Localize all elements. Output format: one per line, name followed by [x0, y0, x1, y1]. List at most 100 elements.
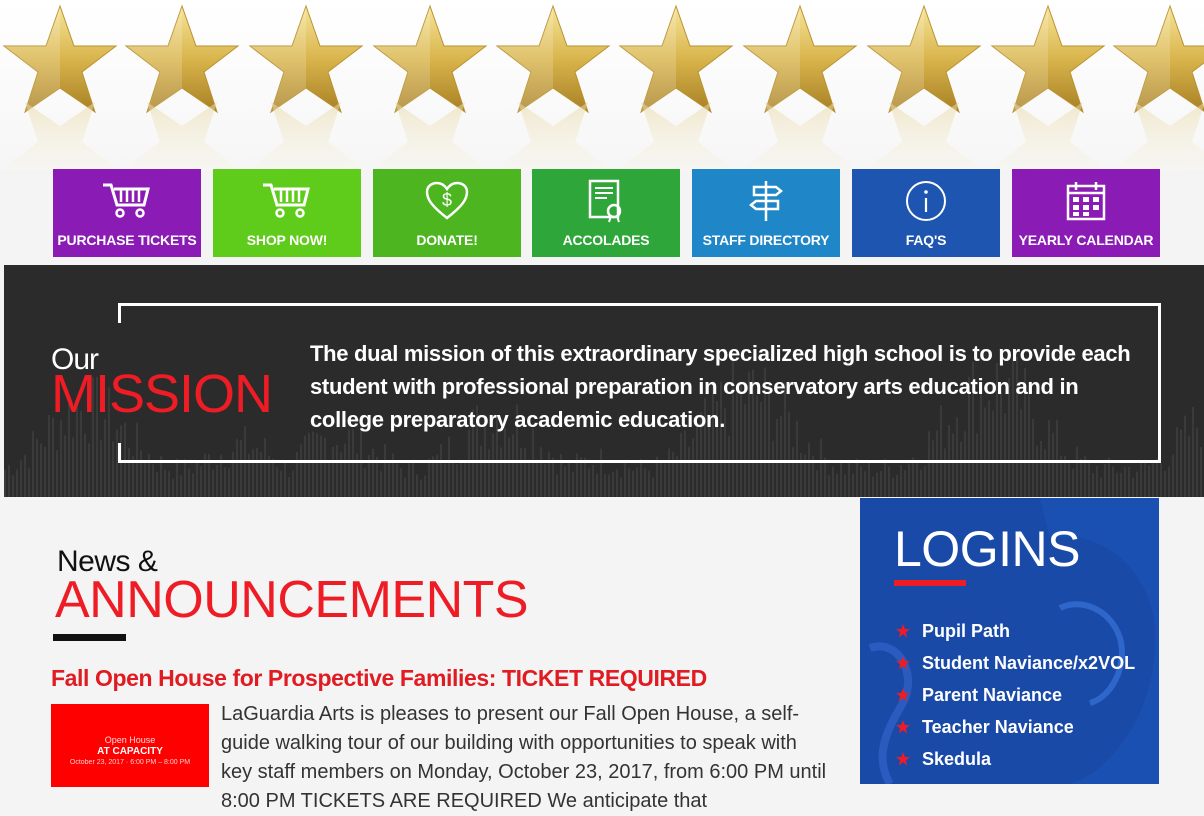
cart-icon	[213, 179, 361, 223]
login-link-skedula[interactable]: Skedula	[896, 743, 1135, 775]
waveform-bar	[1176, 427, 1178, 497]
waveform-bar	[280, 470, 282, 497]
waveform-bar	[1184, 415, 1186, 497]
waveform-bar	[848, 462, 850, 497]
waveform-bar	[164, 469, 166, 497]
waveform-bar	[52, 417, 54, 497]
waveform-bar	[24, 454, 26, 497]
purchase-tickets-button[interactable]: PURCHASE TICKETS	[53, 169, 201, 257]
waveform-bar	[896, 475, 898, 497]
waveform-bar	[1120, 472, 1122, 497]
login-link-parent-naviance[interactable]: Parent Naviance	[896, 679, 1135, 711]
login-label: Skedula	[922, 749, 992, 769]
waveform-bar	[12, 475, 14, 497]
waveform-bar	[648, 470, 650, 497]
waveform-bar	[1100, 477, 1102, 497]
waveform-bar	[1068, 460, 1070, 497]
waveform-bar	[1144, 460, 1146, 497]
waveform-bar	[832, 466, 834, 497]
waveform-bar	[188, 468, 190, 497]
waveform-bar	[452, 460, 454, 497]
waveform-bar	[572, 471, 574, 497]
waveform-bar	[1148, 465, 1150, 497]
faqs-button[interactable]: FAQ'S	[852, 169, 1000, 257]
logins-list: Pupil Path Student Naviance/x2VOL Parent…	[896, 615, 1135, 775]
waveform-bar	[1168, 466, 1170, 497]
waveform-bar	[828, 475, 830, 497]
heart-dollar-icon: $	[373, 179, 521, 223]
waveform-bar	[388, 463, 390, 497]
waveform-bar	[16, 469, 18, 497]
waveform-bar	[652, 477, 654, 497]
waveform-bar	[912, 457, 914, 497]
article-title-link[interactable]: Fall Open House for Prospective Families…	[51, 665, 707, 692]
staff-directory-button[interactable]: STAFF DIRECTORY	[692, 169, 840, 257]
shop-now-button[interactable]: SHOP NOW!	[213, 169, 361, 257]
waveform-bar	[56, 450, 58, 497]
waveform-bar	[416, 474, 418, 497]
waveform-bar	[288, 477, 290, 497]
waveform-bar	[664, 463, 666, 497]
waveform-bar	[1128, 466, 1130, 497]
staff-directory-label: STAFF DIRECTORY	[702, 232, 830, 248]
logins-heading: LOGINS	[894, 521, 1080, 577]
waveform-bar	[284, 460, 286, 497]
login-label: Teacher Naviance	[922, 717, 1074, 737]
stars-banner	[0, 0, 1204, 170]
thumbnail-line-1: Open House	[104, 735, 156, 745]
waveform-bar	[624, 463, 626, 497]
star-bullet-icon	[896, 688, 910, 702]
waveform-bar	[844, 474, 846, 497]
login-link-teacher-naviance[interactable]: Teacher Naviance	[896, 711, 1135, 743]
waveform-bar	[364, 467, 366, 497]
waveform-bar	[48, 415, 50, 497]
donate-button[interactable]: $ DONATE!	[373, 169, 521, 257]
waveform-bar	[272, 458, 274, 497]
accolades-button[interactable]: ACCOLADES	[532, 169, 680, 257]
waveform-bar	[920, 469, 922, 497]
waveform-bar	[876, 472, 878, 497]
waveform-bar	[176, 458, 178, 497]
yearly-calendar-label: YEARLY CALENDAR	[1018, 232, 1154, 248]
waveform-bar	[608, 474, 610, 497]
waveform-bar	[72, 437, 74, 497]
star-bullet-icon	[896, 656, 910, 670]
waveform-bar	[1092, 472, 1094, 497]
waveform-bar	[552, 457, 554, 497]
waveform-bar	[1096, 465, 1098, 497]
waveform-bar	[556, 474, 558, 497]
waveform-bar	[424, 475, 426, 497]
waveform-bar	[636, 467, 638, 497]
waveform-bar	[380, 471, 382, 497]
login-link-pupil-path[interactable]: Pupil Path	[896, 615, 1135, 647]
waveform-bar	[528, 459, 530, 497]
waveform-bar	[224, 467, 226, 497]
signpost-icon	[692, 179, 840, 223]
article-thumbnail[interactable]: Open House AT CAPACITY October 23, 2017 …	[51, 704, 209, 787]
info-icon	[852, 179, 1000, 223]
svg-text:$: $	[442, 190, 452, 210]
waveform-bar	[20, 460, 22, 497]
waveform-bar	[872, 476, 874, 497]
news-heading-underline	[53, 634, 126, 641]
waveform-bar	[564, 466, 566, 497]
waveform-bar	[1140, 460, 1142, 497]
waveform-bar	[1132, 477, 1134, 497]
waveform-bar	[144, 462, 146, 497]
waveform-bar	[328, 462, 330, 497]
yearly-calendar-button[interactable]: YEARLY CALENDAR	[1012, 169, 1160, 257]
login-label: Parent Naviance	[922, 685, 1063, 705]
waveform-bar	[32, 431, 34, 497]
waveform-bar	[292, 470, 294, 497]
waveform-bar	[444, 463, 446, 497]
stars-banner-graphic	[3, 5, 1204, 170]
waveform-bar	[596, 473, 598, 497]
waveform-bar	[1156, 458, 1158, 497]
waveform-bar	[908, 463, 910, 497]
waveform-bar	[924, 465, 926, 497]
waveform-bar	[180, 475, 182, 497]
star-bullet-icon	[896, 752, 910, 766]
login-link-student-naviance[interactable]: Student Naviance/x2VOL	[896, 647, 1135, 679]
logins-heading-underline	[894, 580, 966, 586]
waveform-bar	[1080, 458, 1082, 497]
